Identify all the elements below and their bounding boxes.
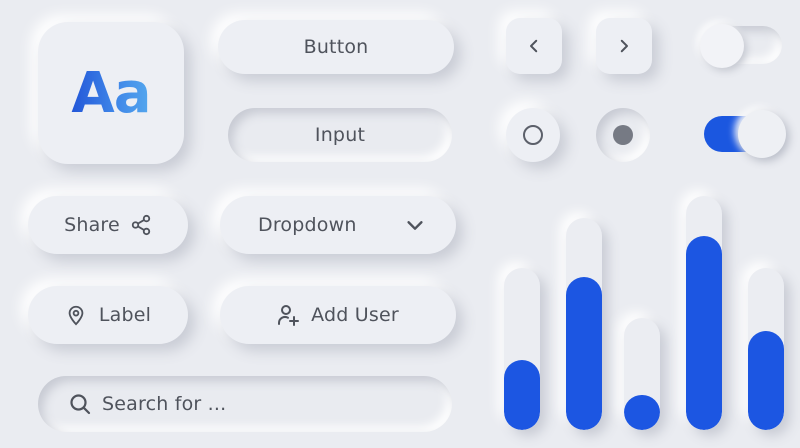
radio-ring <box>523 125 543 145</box>
slider-fill-3 <box>624 395 660 430</box>
dropdown-select[interactable]: Dropdown <box>220 196 456 254</box>
dropdown-label: Dropdown <box>258 214 357 236</box>
slider-track-3[interactable] <box>624 318 660 430</box>
share-button[interactable]: Share <box>28 196 188 254</box>
radio-selected[interactable] <box>596 108 650 162</box>
slider-fill-5 <box>748 331 784 430</box>
user-plus-icon <box>277 303 301 327</box>
label-text: Label <box>98 304 152 326</box>
search-field[interactable]: Search for ... <box>38 376 452 432</box>
slider-track-5[interactable] <box>748 268 784 430</box>
toggle-on-knob[interactable] <box>738 110 786 158</box>
primary-button[interactable]: Button <box>218 20 454 74</box>
radio-dot <box>613 125 633 145</box>
label-chip[interactable]: Label <box>28 286 188 344</box>
slider-fill-1 <box>504 360 540 430</box>
map-pin-icon <box>65 303 87 327</box>
chevron-down-icon <box>404 214 426 236</box>
share-label: Share <box>64 214 120 236</box>
typography-tile[interactable]: Aa <box>38 22 184 164</box>
add-user-button[interactable]: Add User <box>220 286 456 344</box>
slider-fill-4 <box>686 236 722 430</box>
next-button[interactable] <box>596 18 652 74</box>
slider-track-1[interactable] <box>504 268 540 430</box>
toggle-off-knob[interactable] <box>700 24 744 68</box>
search-icon <box>68 392 92 416</box>
previous-button[interactable] <box>506 18 562 74</box>
typography-sample: Aa <box>71 60 151 126</box>
search-placeholder: Search for ... <box>102 393 227 415</box>
slider-fill-2 <box>566 277 602 430</box>
share-icon <box>130 214 152 236</box>
radio-unselected[interactable] <box>506 108 560 162</box>
add-user-label: Add User <box>311 304 399 326</box>
chevron-left-icon <box>525 37 543 55</box>
slider-track-4[interactable] <box>686 196 722 430</box>
input-label: Input <box>314 124 366 146</box>
button-label: Button <box>303 36 369 58</box>
slider-track-2[interactable] <box>566 218 602 430</box>
input-field[interactable]: Input <box>228 108 452 162</box>
chevron-right-icon <box>615 37 633 55</box>
